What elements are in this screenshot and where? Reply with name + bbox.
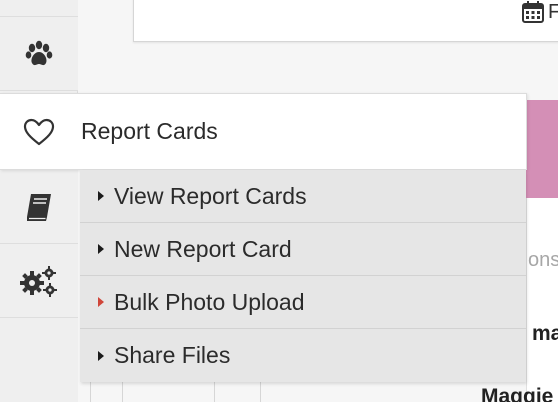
submenu-item-share-files[interactable]: Share Files [80,329,526,382]
submenu-item-label: New Report Card [114,235,292,262]
sidebar-item-settings[interactable] [0,244,78,318]
caret-right-icon [98,297,104,307]
partial-label-c: Maggie [481,385,554,402]
sidebar-item-empty [0,318,78,402]
submenu-item-bulk-photo-upload[interactable]: Bulk Photo Upload [80,276,526,329]
caret-right-icon [98,244,104,254]
calendar-icon [522,1,544,23]
gears-icon [20,265,57,297]
divider [260,382,261,402]
caret-right-icon [98,191,104,201]
divider [122,382,123,402]
calendar-button[interactable]: F [521,0,558,24]
sidebar-item-top[interactable] [0,0,78,17]
menu-title: Report Cards [81,118,218,144]
caret-right-icon [98,350,104,361]
heart-icon [23,118,55,145]
sidebar-rail [0,0,78,402]
submenu-item-view-report-cards[interactable]: View Report Cards [80,170,526,223]
top-toolbar-card: F [133,0,558,42]
accent-banner [526,100,558,198]
content-panel [526,198,558,402]
submenu-item-new-report-card[interactable]: New Report Card [80,223,526,276]
book-icon [27,193,51,221]
app-screen: F ons ma Maggie Report Cards View Report… [0,0,558,402]
menu-report-cards[interactable]: Report Cards [0,93,527,170]
paw-icon [25,40,53,65]
partial-label-b: ma [532,322,558,345]
submenu-item-label: View Report Cards [114,182,307,209]
submenu-item-label: Bulk Photo Upload [114,288,305,315]
submenu-item-label: Share Files [114,342,231,368]
heart-icon-wrap [0,117,78,147]
divider [214,382,215,402]
divider [90,382,91,402]
partial-label-a: ons [528,249,558,271]
calendar-label: F [548,0,558,23]
sidebar-item-books[interactable] [0,170,78,244]
sidebar-item-pets[interactable] [0,17,78,91]
submenu: View Report Cards New Report Card Bulk P… [80,170,526,382]
